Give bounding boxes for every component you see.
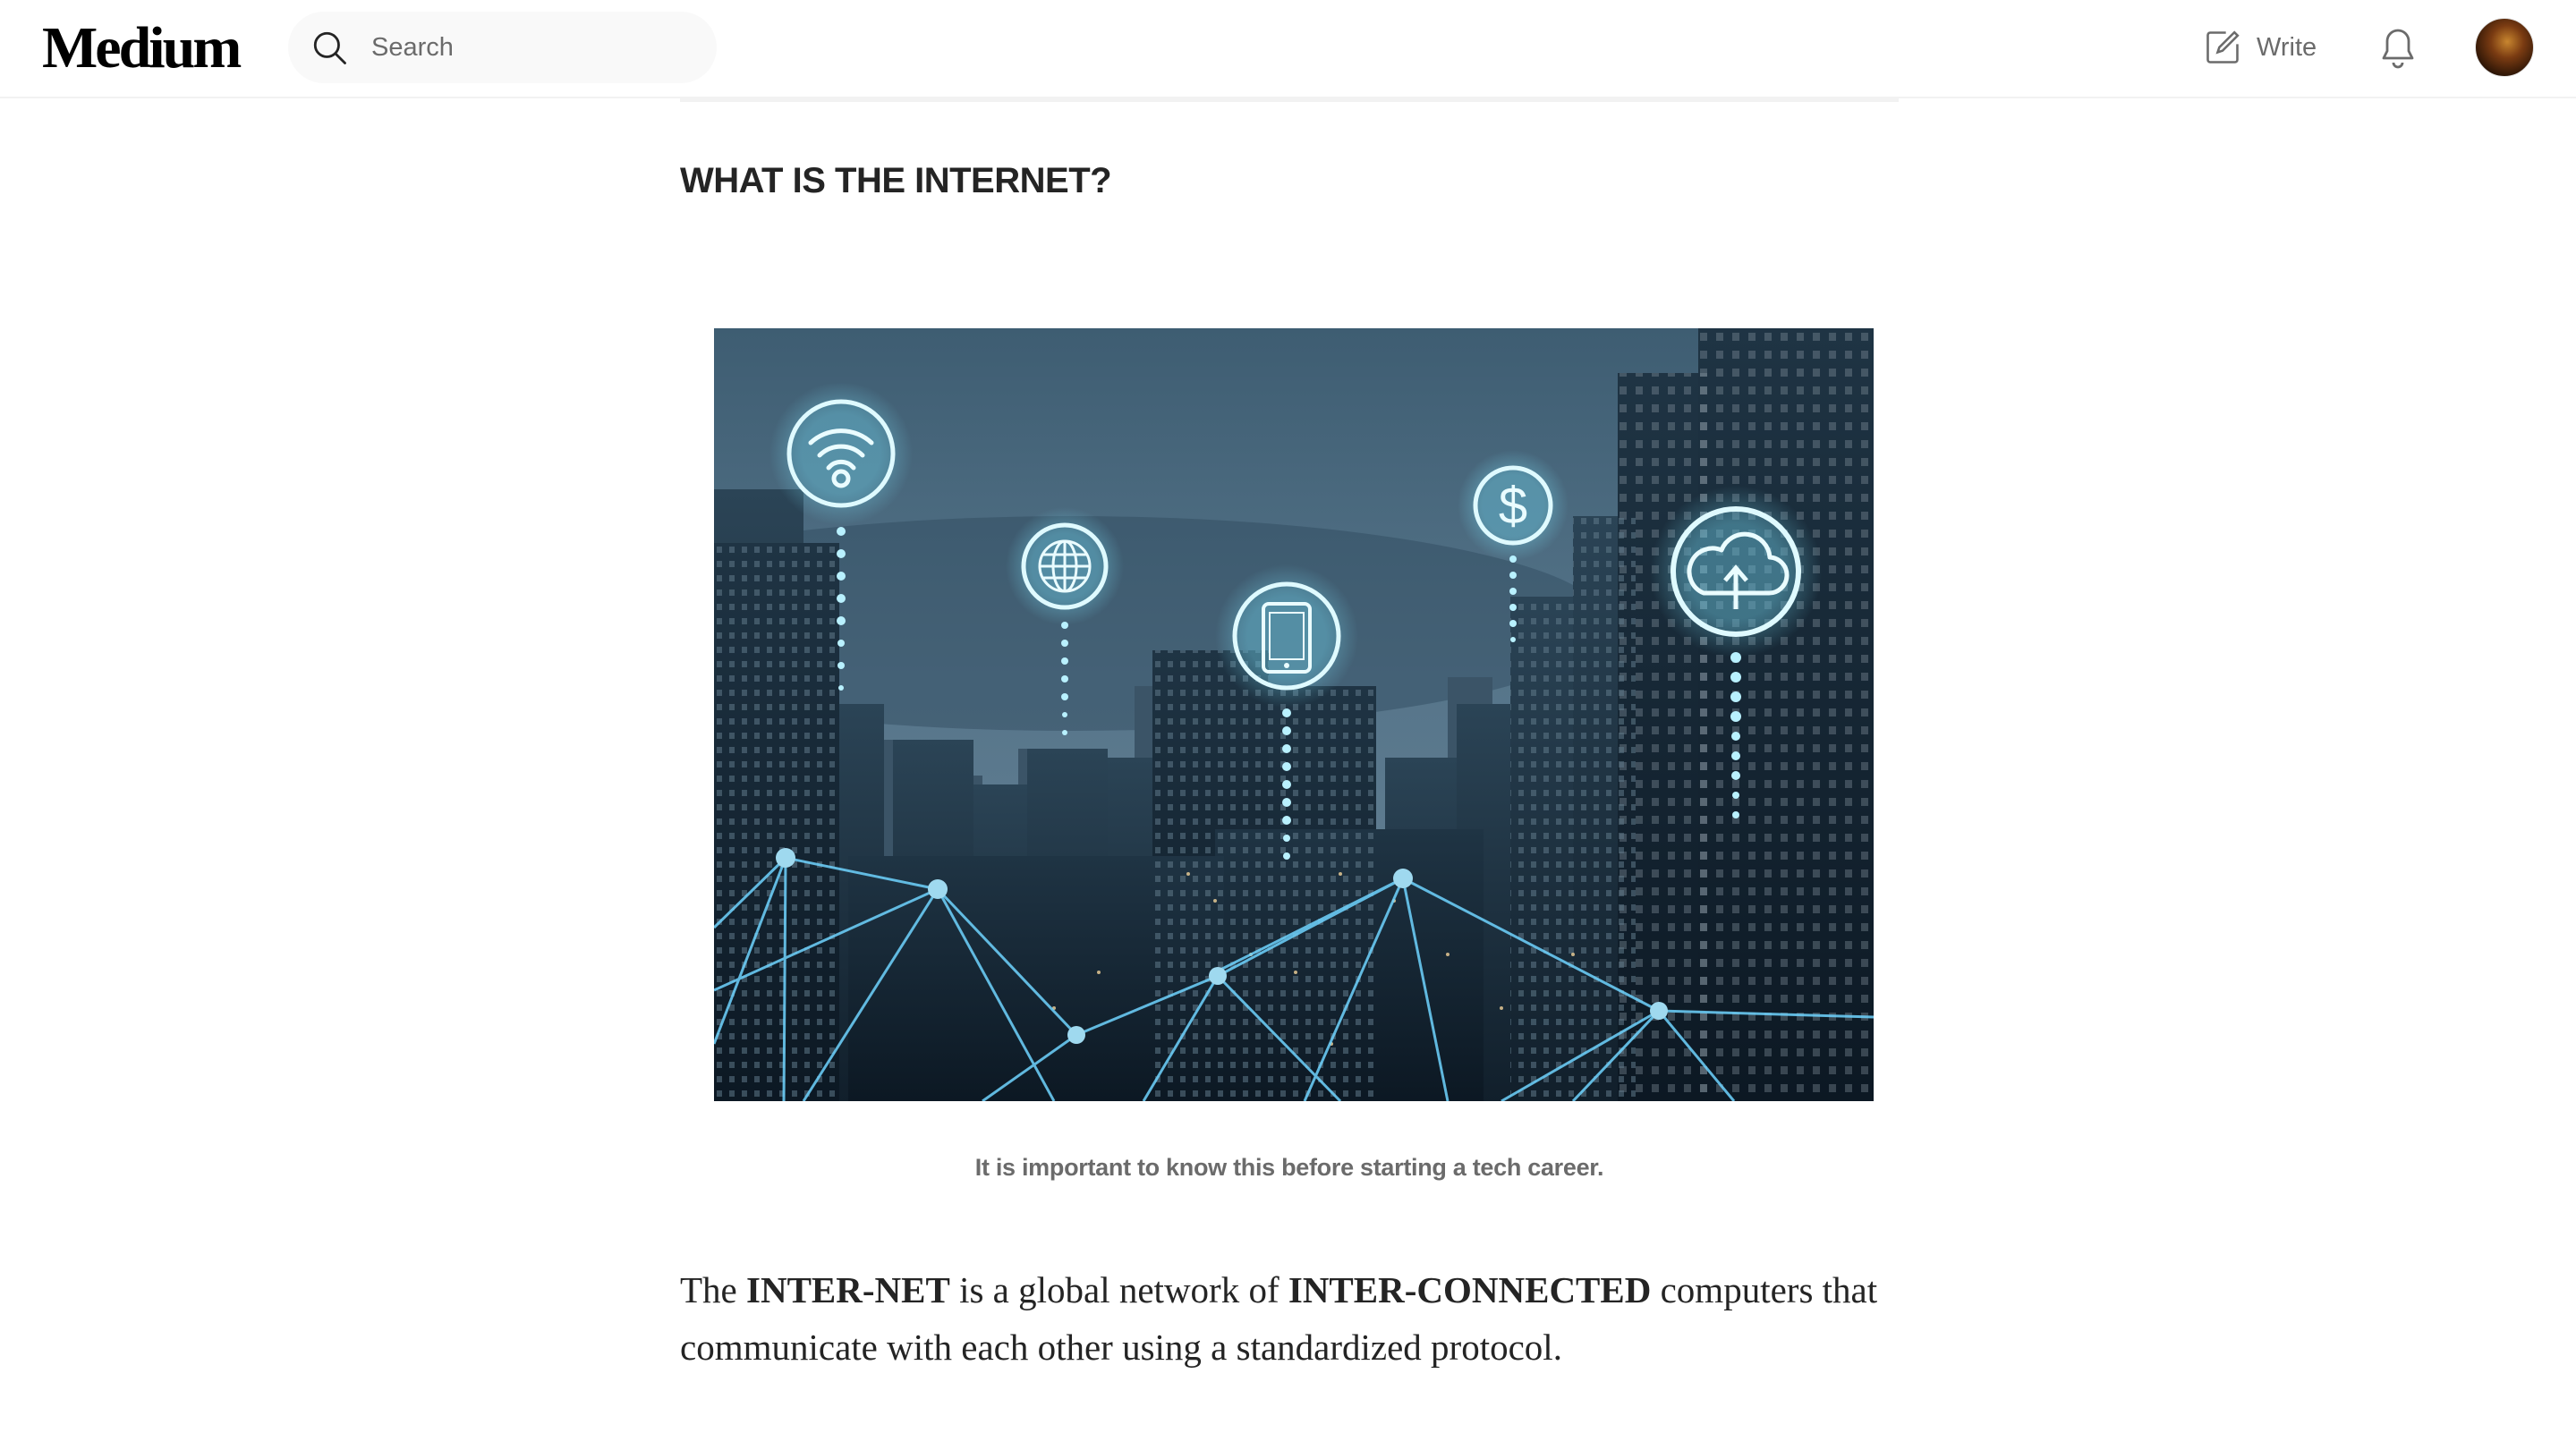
article-image[interactable]: $ xyxy=(714,328,1874,1101)
search-box[interactable]: Search xyxy=(288,12,717,83)
write-button[interactable]: Write xyxy=(2203,25,2317,70)
search-input[interactable]: Search xyxy=(371,12,454,83)
top-navigation-bar: Medium Search Write xyxy=(0,0,2576,98)
dollar-icon: $ xyxy=(1458,450,1569,561)
cloud-upload-icon xyxy=(1650,486,1822,657)
svg-text:$: $ xyxy=(1499,477,1527,535)
section-divider xyxy=(680,97,1899,102)
globe-icon xyxy=(1006,507,1124,625)
bell-icon[interactable] xyxy=(2376,25,2419,70)
paragraph-bold-internet: INTER-NET xyxy=(746,1269,950,1310)
wifi-icon xyxy=(769,382,913,525)
paragraph-bold-interconnected: INTER-CONNECTED xyxy=(1288,1269,1652,1310)
section-heading: WHAT IS THE INTERNET? xyxy=(680,161,1112,200)
pencil-square-icon xyxy=(2206,30,2240,64)
search-icon xyxy=(313,31,346,64)
article-paragraph: The INTER-NET is a global network of INT… xyxy=(680,1261,1906,1376)
image-caption: It is important to know this before star… xyxy=(974,1154,1604,1181)
smartphone-icon xyxy=(1215,564,1358,708)
write-label: Write xyxy=(2257,32,2317,62)
paragraph-text-2: is a global network of xyxy=(949,1269,1288,1310)
medium-logo[interactable]: Medium xyxy=(42,13,242,84)
user-avatar[interactable] xyxy=(2475,18,2534,77)
paragraph-text-1: The xyxy=(680,1269,746,1310)
